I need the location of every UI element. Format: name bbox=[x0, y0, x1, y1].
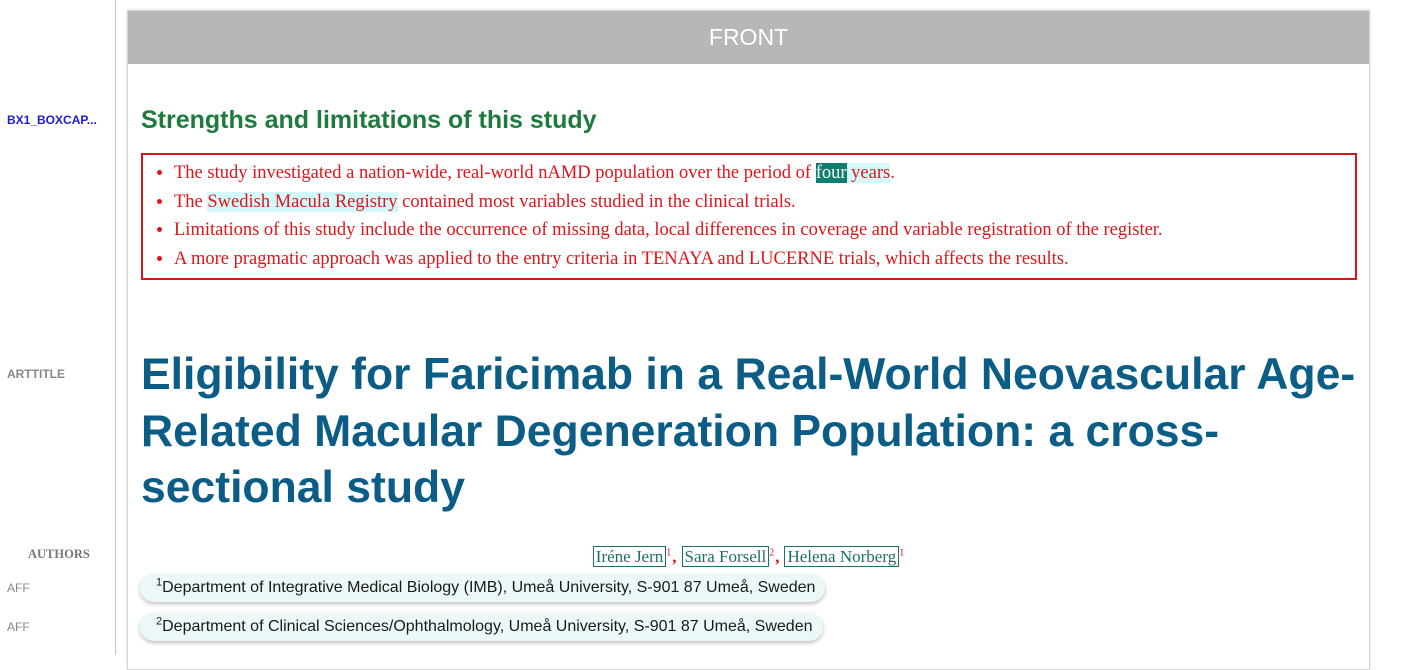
list-item[interactable]: A more pragmatic approach was applied to… bbox=[174, 245, 1355, 274]
author-aff-ref: 1 bbox=[899, 547, 905, 559]
author-separator: , bbox=[672, 547, 677, 566]
author-name[interactable]: Iréne Jern bbox=[592, 546, 667, 567]
list-item[interactable]: The Swedish Macula Registry contained mo… bbox=[174, 188, 1355, 217]
author-name[interactable]: Helena Norberg bbox=[784, 546, 900, 567]
front-section-header: FRONT bbox=[128, 11, 1369, 64]
box-caption-heading[interactable]: Strengths and limitations of this study bbox=[141, 106, 597, 135]
list-item-text: The bbox=[174, 191, 208, 212]
list-item[interactable]: Limitations of this study include the oc… bbox=[174, 216, 1355, 245]
affiliation-1[interactable]: 1Department of Integrative Medical Biolo… bbox=[140, 574, 826, 602]
highlight-light[interactable]: years bbox=[846, 163, 891, 183]
list-item-text: contained most variables studied in the … bbox=[397, 191, 796, 212]
affiliation-2[interactable]: 2Department of Clinical Sciences/Ophthal… bbox=[140, 613, 823, 641]
tag-authors[interactable]: AUTHORS bbox=[28, 547, 90, 562]
strengths-limitations-box[interactable]: The study investigated a nation-wide, re… bbox=[141, 153, 1357, 280]
element-tag-gutter: BX1_BOXCAP... ARTTITLE AUTHORS AFF AFF bbox=[0, 0, 116, 655]
front-matter-panel: FRONT Strengths and limitations of this … bbox=[127, 10, 1370, 670]
tag-aff-1[interactable]: AFF bbox=[7, 581, 30, 595]
tag-aff-2[interactable]: AFF bbox=[7, 620, 30, 634]
author-separator: , bbox=[775, 547, 780, 566]
tag-arttitle[interactable]: ARTTITLE bbox=[7, 367, 65, 381]
list-item-text: The study investigated a nation-wide, re… bbox=[174, 163, 816, 183]
affiliation-text: Department of Integrative Medical Biolog… bbox=[162, 579, 816, 596]
author-name[interactable]: Sara Forsell bbox=[681, 546, 770, 567]
article-title[interactable]: Eligibility for Faricimab in a Real-Worl… bbox=[141, 347, 1356, 517]
list-item-text: . bbox=[890, 163, 895, 183]
highlight-strong[interactable]: four bbox=[815, 163, 847, 183]
tag-bx1-boxcap[interactable]: BX1_BOXCAP... bbox=[7, 113, 109, 127]
affiliation-text: Department of Clinical Sciences/Ophthalm… bbox=[162, 618, 813, 635]
highlight-light[interactable]: Swedish Macula Registry bbox=[207, 191, 398, 212]
list-item[interactable]: The study investigated a nation-wide, re… bbox=[174, 159, 1355, 188]
author-aff-ref: 2 bbox=[769, 547, 775, 559]
list-item-text: A more pragmatic approach was applied to… bbox=[174, 249, 1069, 270]
author-aff-ref: 1 bbox=[666, 547, 672, 559]
list-item-text: Limitations of this study include the oc… bbox=[174, 220, 1163, 241]
authors-list: Iréne Jern 1, Sara Forsell 2, Helena Norberg… bbox=[128, 546, 1369, 567]
